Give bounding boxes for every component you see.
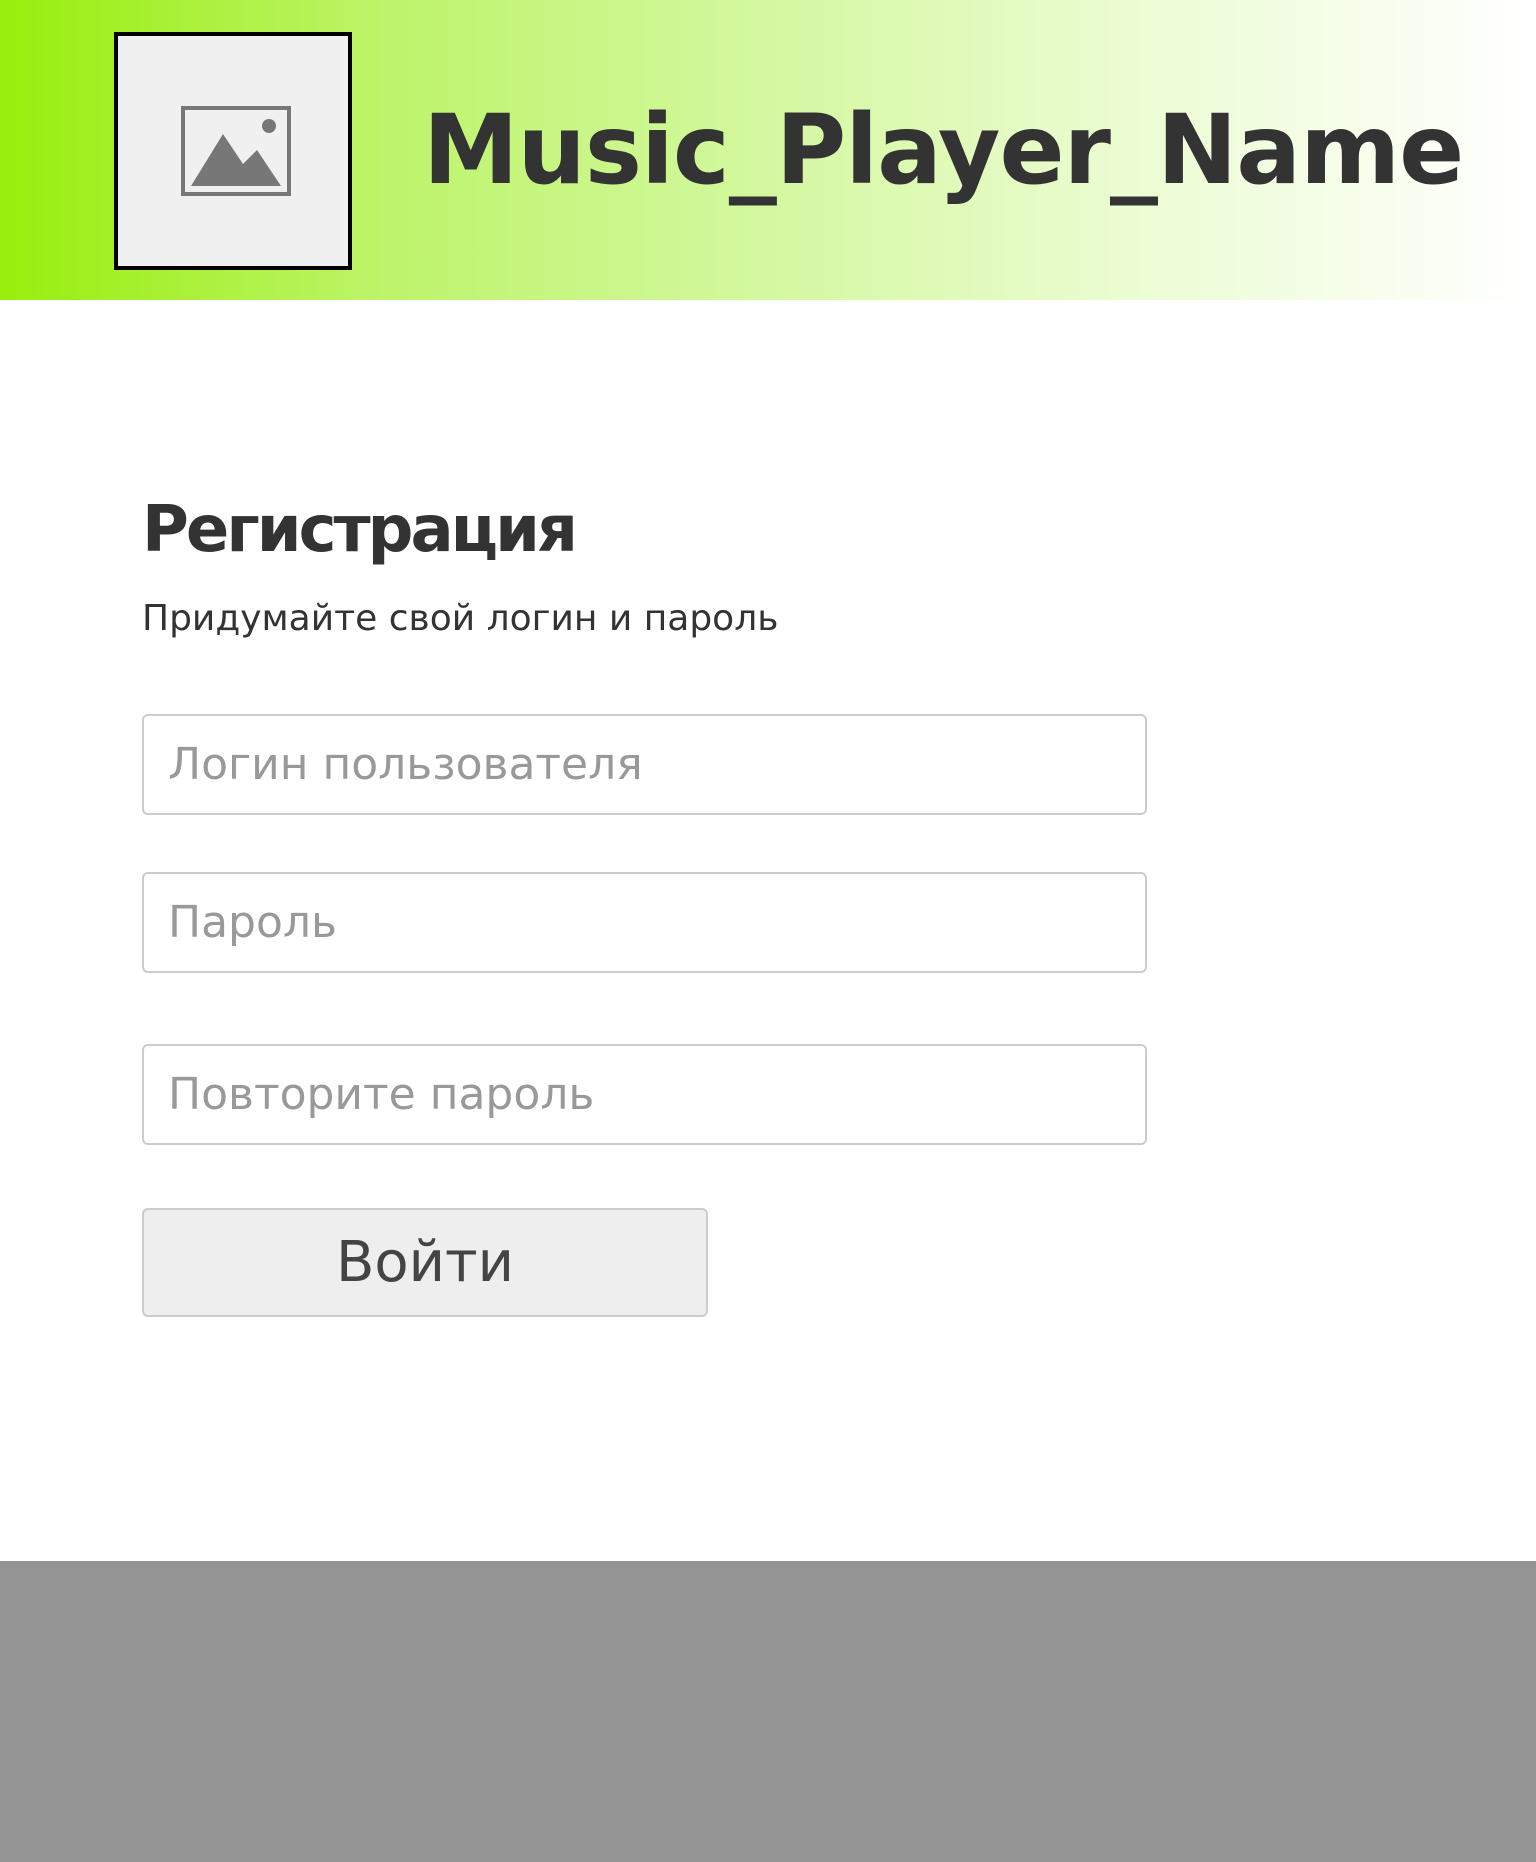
form-subtitle: Придумайте свой логин и пароль [142,598,779,639]
app-title: Music_Player_Name [423,94,1464,206]
footer [0,1561,1536,1862]
password-input[interactable] [142,872,1147,973]
login-button[interactable]: Войти [142,1208,708,1317]
form-title: Регистрация [142,493,578,567]
image-placeholder-icon [181,106,291,196]
repeat-password-input[interactable] [142,1044,1147,1145]
logo-placeholder [114,32,352,270]
header: Music_Player_Name [0,0,1536,300]
login-input[interactable] [142,714,1147,815]
